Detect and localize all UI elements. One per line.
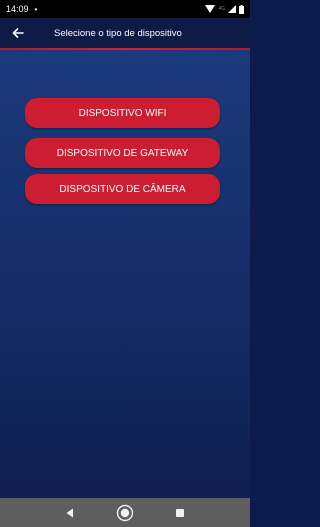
network-type-label: 4G [218,6,225,12]
status-time: 14:09 [6,4,29,14]
wifi-icon [205,5,216,13]
wifi-device-button[interactable]: DISPOSITIVO WIFI [25,98,220,128]
nav-home-button[interactable] [113,501,137,525]
gateway-device-label: DISPOSITIVO DE GATEWAY [56,147,189,159]
nav-back-button[interactable] [58,501,82,525]
notification-dot: • [34,4,38,14]
gateway-device-button[interactable]: DISPOSITIVO DE GATEWAY [25,138,220,168]
back-button[interactable] [0,18,36,48]
camera-device-label: DISPOSITIVO DE CÂMERA [59,183,186,195]
camera-device-button[interactable]: DISPOSITIVO DE CÂMERA [25,174,220,204]
wifi-device-label: DISPOSITIVO WIFI [78,107,167,119]
page-title: Selecione o tipo de dispositivo [54,27,182,39]
status-bar: 14:09 • 4G [0,0,250,18]
system-nav-bar [0,498,250,527]
app-bar: Selecione o tipo de dispositivo [0,18,250,48]
home-circle-icon [116,504,134,521]
back-triangle-icon [66,508,73,517]
recents-square-icon [176,508,185,517]
status-icons: 4G [205,4,244,14]
arrow-left-icon [12,28,24,38]
nav-recents-button[interactable] [168,501,192,525]
cell-signal-icon [228,5,236,13]
battery-icon [239,4,244,14]
